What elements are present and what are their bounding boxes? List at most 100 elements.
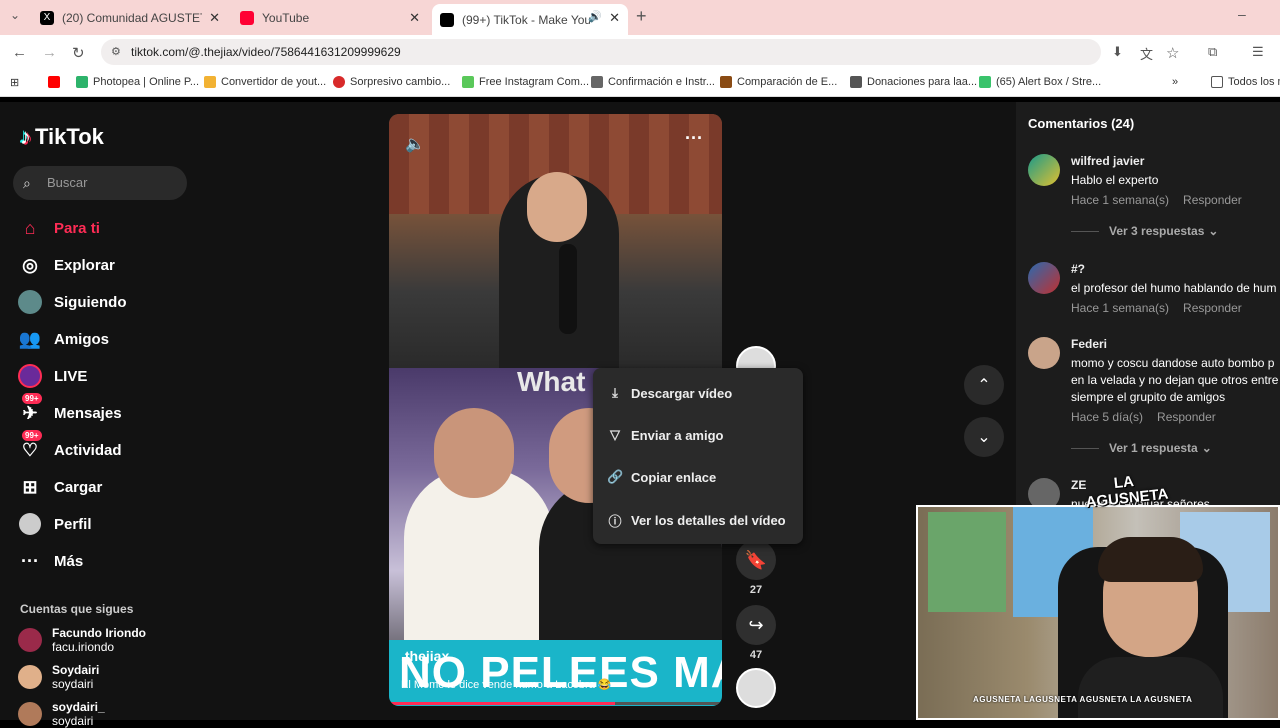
- reply-button[interactable]: Responder: [1183, 193, 1242, 207]
- close-icon[interactable]: ✕: [609, 10, 620, 26]
- install-icon[interactable]: ⬇: [1112, 44, 1123, 60]
- star-icon[interactable]: ☆: [1166, 44, 1179, 62]
- next-video-button[interactable]: ⌄: [964, 417, 1004, 457]
- bookmark-item[interactable]: Sorpresivo cambio...: [333, 76, 450, 88]
- account-handle: soydairi: [52, 677, 94, 691]
- nav-label: Perfil: [54, 515, 92, 533]
- bookmark-item[interactable]: Convertidor de yout...: [204, 76, 326, 88]
- video-context-menu: ⤓ Descargar vídeo ▽ Enviar a amigo 🔗 Copiar…: [593, 368, 803, 544]
- video-description: El Momo le dice vende humo a Lacobra 😂: [401, 679, 612, 691]
- tiktok-logo[interactable]: ♪ TikTok: [20, 124, 104, 150]
- forward-icon[interactable]: →: [42, 44, 57, 61]
- youtube-icon: [48, 76, 60, 88]
- comment-author[interactable]: wilfred javier: [1071, 154, 1280, 168]
- nav-label: Amigos: [54, 330, 110, 348]
- following-account[interactable]: Soydairi soydairi: [18, 663, 99, 691]
- nav-explorar[interactable]: ◎ Explorar: [18, 253, 115, 277]
- comment-author[interactable]: Federi: [1071, 337, 1280, 351]
- tab-label: YouTube: [262, 11, 310, 25]
- nav-label: Siguiendo: [54, 293, 127, 311]
- following-account[interactable]: soydairi_ soydairi: [18, 700, 105, 728]
- nav-live[interactable]: LIVE: [18, 364, 87, 388]
- view-replies[interactable]: Ver 1 respuesta ⌄: [1071, 441, 1212, 455]
- video-more-icon[interactable]: ···: [685, 128, 703, 149]
- bookmark-item[interactable]: Free Instagram Com...: [462, 76, 589, 88]
- divider: [1071, 447, 1099, 449]
- all-bookmarks-folder[interactable]: Todos los m: [1211, 76, 1280, 88]
- search-input[interactable]: ⌕ Buscar: [13, 166, 187, 200]
- avatar[interactable]: [1028, 337, 1060, 369]
- account-name: soydairi_: [52, 700, 105, 714]
- extensions-icon[interactable]: ⧉: [1208, 44, 1217, 60]
- tab-list-chevron-icon[interactable]: ⌄: [10, 8, 20, 22]
- avatar[interactable]: [1028, 262, 1060, 294]
- comment-time: Hace 1 semana(s): [1071, 301, 1170, 315]
- comment-text: el profesor del humo hablando de hum: [1071, 281, 1277, 295]
- stream-logo: LA AGUSNETA: [1083, 471, 1169, 535]
- nav-mas[interactable]: ··· Más: [18, 549, 83, 573]
- nav-actividad[interactable]: ♡ 99+ Actividad: [18, 430, 122, 462]
- share-action[interactable]: ↪ 47: [736, 605, 776, 661]
- nav-siguiendo[interactable]: Siguiendo: [18, 290, 127, 314]
- menu-video-details[interactable]: ⓘ Ver los detalles del vídeo: [607, 511, 786, 530]
- nav-label: Cargar: [54, 478, 103, 496]
- nav-amigos[interactable]: 👥 Amigos: [18, 327, 109, 351]
- bookmark-item[interactable]: (65) Alert Box / Stre...: [979, 76, 1101, 88]
- more-bookmarks-icon[interactable]: »: [1172, 76, 1178, 88]
- following-account[interactable]: Facundo Iriondo facu.iriondo: [18, 626, 146, 654]
- close-icon[interactable]: ✕: [409, 10, 420, 26]
- tab-label: (20) Comunidad AGUSTETISMO: [62, 11, 202, 25]
- minimize-icon[interactable]: –: [1238, 6, 1246, 22]
- tab-tiktok[interactable]: (99+) TikTok - Make Your Da 🔊 ✕: [432, 4, 628, 35]
- nav-mensajes[interactable]: ✈ 99+ Mensajes: [18, 393, 122, 425]
- bookmark-youtube[interactable]: [48, 76, 65, 88]
- search-icon: ⌕: [23, 175, 31, 191]
- translate-icon[interactable]: 文: [1140, 44, 1153, 63]
- menu-copy-link[interactable]: 🔗 Copiar enlace: [607, 469, 716, 485]
- bookmark-action[interactable]: 🔖 27: [736, 540, 776, 596]
- back-icon[interactable]: ←: [12, 44, 27, 61]
- video-progress[interactable]: [389, 702, 722, 705]
- bookmark-label: Todos los m: [1228, 76, 1280, 88]
- new-tab-button[interactable]: +: [636, 6, 647, 27]
- reply-button[interactable]: Responder: [1183, 301, 1242, 315]
- video-top-frame: [389, 114, 722, 368]
- messages-badge: 99+: [22, 393, 42, 404]
- tab-youtube[interactable]: YouTube ✕: [232, 4, 428, 32]
- avatar[interactable]: [1028, 154, 1060, 186]
- nav-label: Mensajes: [54, 404, 122, 422]
- photopea-icon: [76, 76, 88, 88]
- bookmark-item[interactable]: Comparación de E...: [720, 76, 837, 88]
- site-info-icon[interactable]: ⚙: [111, 39, 121, 65]
- nav-perfil[interactable]: Perfil: [18, 512, 92, 536]
- close-icon[interactable]: ✕: [209, 10, 220, 26]
- streamer-webcam: AGUSNETA LAGUSNETA AGUSNETA LA AGUSNETA: [916, 505, 1280, 720]
- bookmark-label: Free Instagram Com...: [479, 76, 590, 88]
- view-replies[interactable]: Ver 3 respuestas ⌄: [1071, 224, 1218, 238]
- reload-icon[interactable]: ↻: [72, 44, 85, 62]
- nav-para-ti[interactable]: ⌂ Para ti: [18, 216, 100, 240]
- menu-label: Ver los detalles del vídeo: [631, 513, 786, 528]
- bookmark-item[interactable]: Photopea | Online P...: [76, 76, 199, 88]
- url-field[interactable]: ⚙ tiktok.com/@.thejiax/video/75864416312…: [101, 39, 1101, 65]
- menu-download[interactable]: ⤓ Descargar vídeo: [607, 385, 732, 401]
- bookmark-item[interactable]: Confirmación e Instr...: [591, 76, 715, 88]
- chevron-down-icon: ⌄: [1201, 441, 1212, 455]
- speaker-icon[interactable]: 🔊: [588, 10, 602, 23]
- tab-twitter[interactable]: X (20) Comunidad AGUSTETISMO ✕: [32, 4, 228, 32]
- previous-video-button[interactable]: ⌃: [964, 365, 1004, 405]
- compare-icon: [720, 76, 732, 88]
- comment-author[interactable]: #?: [1071, 262, 1280, 276]
- bookmark-item[interactable]: Donaciones para laa...: [850, 76, 977, 88]
- side-panel-icon[interactable]: ☰: [1252, 44, 1264, 60]
- video-author[interactable]: .thejiax: [401, 648, 449, 664]
- sound-disc[interactable]: [736, 668, 776, 708]
- apps-icon[interactable]: ⊞: [10, 76, 19, 89]
- nav-cargar[interactable]: ⊞ Cargar: [18, 475, 102, 499]
- menu-send-friend[interactable]: ▽ Enviar a amigo: [607, 427, 723, 443]
- url-text: tiktok.com/@.thejiax/video/7586441631209…: [131, 45, 401, 59]
- tiktok-icon: [440, 12, 454, 27]
- reply-button[interactable]: Responder: [1157, 410, 1216, 424]
- volume-icon[interactable]: 🔈: [405, 134, 425, 154]
- streamer-body: [1078, 657, 1223, 718]
